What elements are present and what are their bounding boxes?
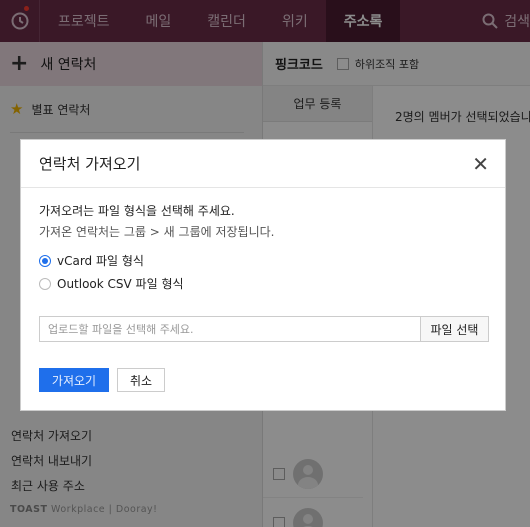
dialog-body: 가져오려는 파일 형식을 선택해 주세요. 가져온 연락처는 그룹 > 새 그룹…	[21, 188, 505, 312]
vcard-radio[interactable]	[39, 254, 51, 267]
cancel-button[interactable]: 취소	[117, 368, 165, 392]
import-contacts-dialog: 연락처 가져오기 ✕ 가져오려는 파일 형식을 선택해 주세요. 가져온 연락처…	[20, 139, 506, 411]
outlook-csv-option[interactable]: Outlook CSV 파일 형식	[39, 275, 487, 292]
outlook-csv-label: Outlook CSV 파일 형식	[57, 277, 184, 291]
file-upload-row: 업로드할 파일을 선택해 주세요. 파일 선택	[39, 316, 489, 342]
vcard-label: vCard 파일 형식	[57, 254, 144, 268]
file-path-input[interactable]: 업로드할 파일을 선택해 주세요.	[39, 316, 421, 342]
close-icon[interactable]: ✕	[472, 154, 489, 174]
file-format-question: 가져오려는 파일 형식을 선택해 주세요.	[39, 204, 235, 218]
import-button[interactable]: 가져오기	[39, 368, 109, 392]
dialog-header: 연락처 가져오기 ✕	[21, 140, 505, 188]
save-location-info: 가져온 연락처는 그룹 > 새 그룹에 저장됩니다.	[39, 225, 275, 239]
choose-file-button[interactable]: 파일 선택	[421, 316, 489, 342]
outlook-csv-radio[interactable]	[39, 277, 51, 290]
vcard-option[interactable]: vCard 파일 형식	[39, 252, 487, 269]
dialog-title: 연락처 가져오기	[39, 155, 141, 173]
